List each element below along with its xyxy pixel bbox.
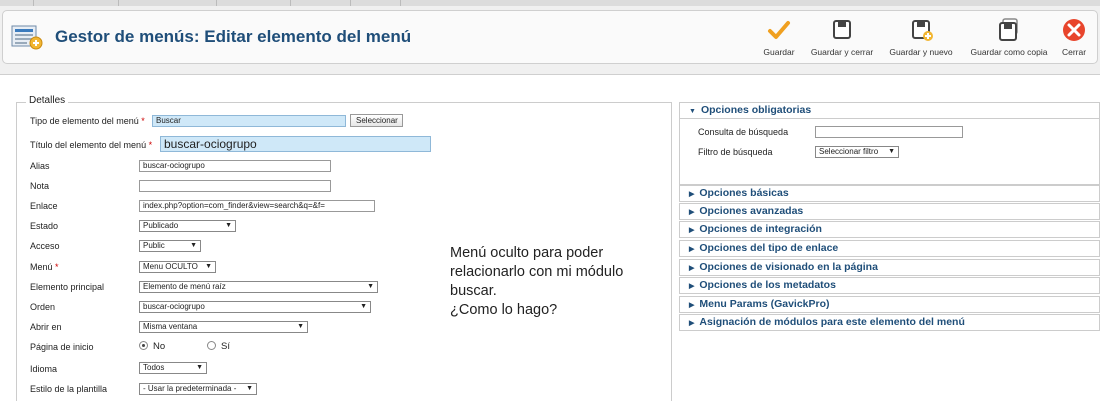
nota-label: Nota (30, 181, 50, 191)
consulta-field[interactable] (815, 126, 963, 138)
idioma-select[interactable]: Todos ▼ (139, 362, 207, 374)
alias-field[interactable]: buscar-ociogrupo (139, 160, 331, 172)
panel-obligatorias-body: Consulta de búsqueda Filtro de búsqueda … (679, 119, 1100, 185)
enlace-field[interactable]: index.php?option=com_finder&view=search&… (139, 200, 375, 212)
close-icon (1059, 17, 1089, 43)
padre-label: Elemento principal (30, 282, 105, 292)
annotation-line: ¿Como lo hago? (450, 302, 558, 318)
idioma-label: Idioma (30, 364, 58, 374)
tipo-label: Tipo de elemento del menú * (30, 116, 145, 126)
estilo-select[interactable]: - Usar la predeterminada - ▼ (139, 383, 257, 395)
triangle-right-icon: ▶ (689, 265, 695, 272)
triangle-right-icon: ▶ (689, 209, 695, 216)
acceso-select[interactable]: Public ▼ (139, 240, 201, 252)
enlace-label: Enlace (30, 201, 58, 211)
panel-opciones-visionado[interactable]: ▶ Opciones de visionado en la página (679, 259, 1100, 276)
save-and-close-button[interactable]: Guardar y cerrar (806, 17, 878, 59)
padre-select[interactable]: Elemento de menú raíz ▼ (139, 281, 378, 293)
consulta-label: Consulta de búsqueda (698, 127, 789, 137)
triangle-down-icon: ▼ (689, 108, 696, 115)
triangle-right-icon: ▶ (689, 320, 695, 327)
save-copy-icon (966, 17, 1052, 43)
top-tab-strip (0, 0, 1100, 6)
triangle-right-icon: ▶ (689, 302, 695, 309)
filtro-label: Filtro de búsqueda (698, 147, 773, 157)
panel-opciones-avanzadas[interactable]: ▶ Opciones avanzadas (679, 203, 1100, 220)
estado-label: Estado (30, 221, 59, 231)
triangle-right-icon: ▶ (689, 283, 695, 290)
select-type-button[interactable]: Seleccionar (350, 114, 403, 127)
alias-label: Alias (30, 161, 50, 171)
menu-label: Menú * (30, 262, 59, 272)
panel-menu-params[interactable]: ▶ Menu Params (GavickPro) (679, 296, 1100, 313)
orden-select[interactable]: buscar-ociogrupo ▼ (139, 301, 371, 313)
inicio-si-label: Sí (221, 341, 230, 352)
filtro-select[interactable]: Seleccionar filtro ▼ (815, 146, 899, 158)
save-button[interactable]: Guardar (757, 17, 801, 59)
inicio-si-radio[interactable] (207, 341, 216, 350)
triangle-right-icon: ▶ (689, 191, 695, 198)
annotation-line: Menú oculto para poder (450, 245, 604, 261)
triangle-right-icon: ▶ (689, 227, 695, 234)
menu-manager-icon (11, 24, 43, 50)
save-new-icon (884, 17, 958, 43)
panel-opciones-metadatos[interactable]: ▶ Opciones de los metadatos (679, 277, 1100, 294)
estilo-label: Estilo de la plantilla (30, 384, 108, 394)
inicio-label: Página de inicio (30, 342, 94, 352)
save-check-icon (757, 17, 801, 43)
details-legend: Detalles (26, 95, 69, 106)
panel-opciones-integracion[interactable]: ▶ Opciones de integración (679, 221, 1100, 238)
panel-asignacion-modulos[interactable]: ▶ Asignación de módulos para este element… (679, 314, 1100, 331)
titulo-label: Título del elemento del menú * (30, 140, 153, 150)
save-close-icon (806, 17, 878, 43)
tipo-field[interactable]: Buscar (152, 115, 346, 127)
orden-label: Orden (30, 302, 56, 312)
inicio-no-label: No (153, 341, 166, 352)
menu-select[interactable]: Menu OCULTO ▼ (139, 261, 216, 273)
titulo-field[interactable]: buscar-ociogrupo (160, 136, 431, 152)
panel-opciones-obligatorias[interactable]: ▼ Opciones obligatorias (679, 102, 1100, 119)
annotation-text: Menú oculto para poder relacionarlo con … (450, 244, 623, 320)
acceso-label: Acceso (30, 241, 60, 251)
nota-field[interactable] (139, 180, 331, 192)
close-button[interactable]: Cerrar (1059, 17, 1089, 59)
toolbar: Gestor de menús: Editar elemento del men… (2, 10, 1098, 64)
triangle-right-icon: ▶ (689, 246, 695, 253)
inicio-no-radio[interactable] (139, 341, 148, 350)
panel-opciones-tipo-enlace[interactable]: ▶ Opciones del tipo de enlace (679, 240, 1100, 257)
annotation-line: buscar. (450, 283, 497, 299)
abrir-select[interactable]: Misma ventana ▼ (139, 321, 308, 333)
estado-select[interactable]: Publicado ▼ (139, 220, 236, 232)
save-and-new-button[interactable]: Guardar y nuevo (884, 17, 958, 59)
page-title: Gestor de menús: Editar elemento del men… (55, 27, 412, 46)
options-sidebar: ▼ Opciones obligatorias Consulta de búsqu… (679, 102, 1100, 401)
panel-opciones-basicas[interactable]: ▶ Opciones básicas (679, 185, 1100, 202)
abrir-label: Abrir en (30, 322, 62, 332)
annotation-line: relacionarlo con mi módulo (450, 264, 624, 280)
save-as-copy-button[interactable]: Guardar como copia (966, 17, 1052, 59)
